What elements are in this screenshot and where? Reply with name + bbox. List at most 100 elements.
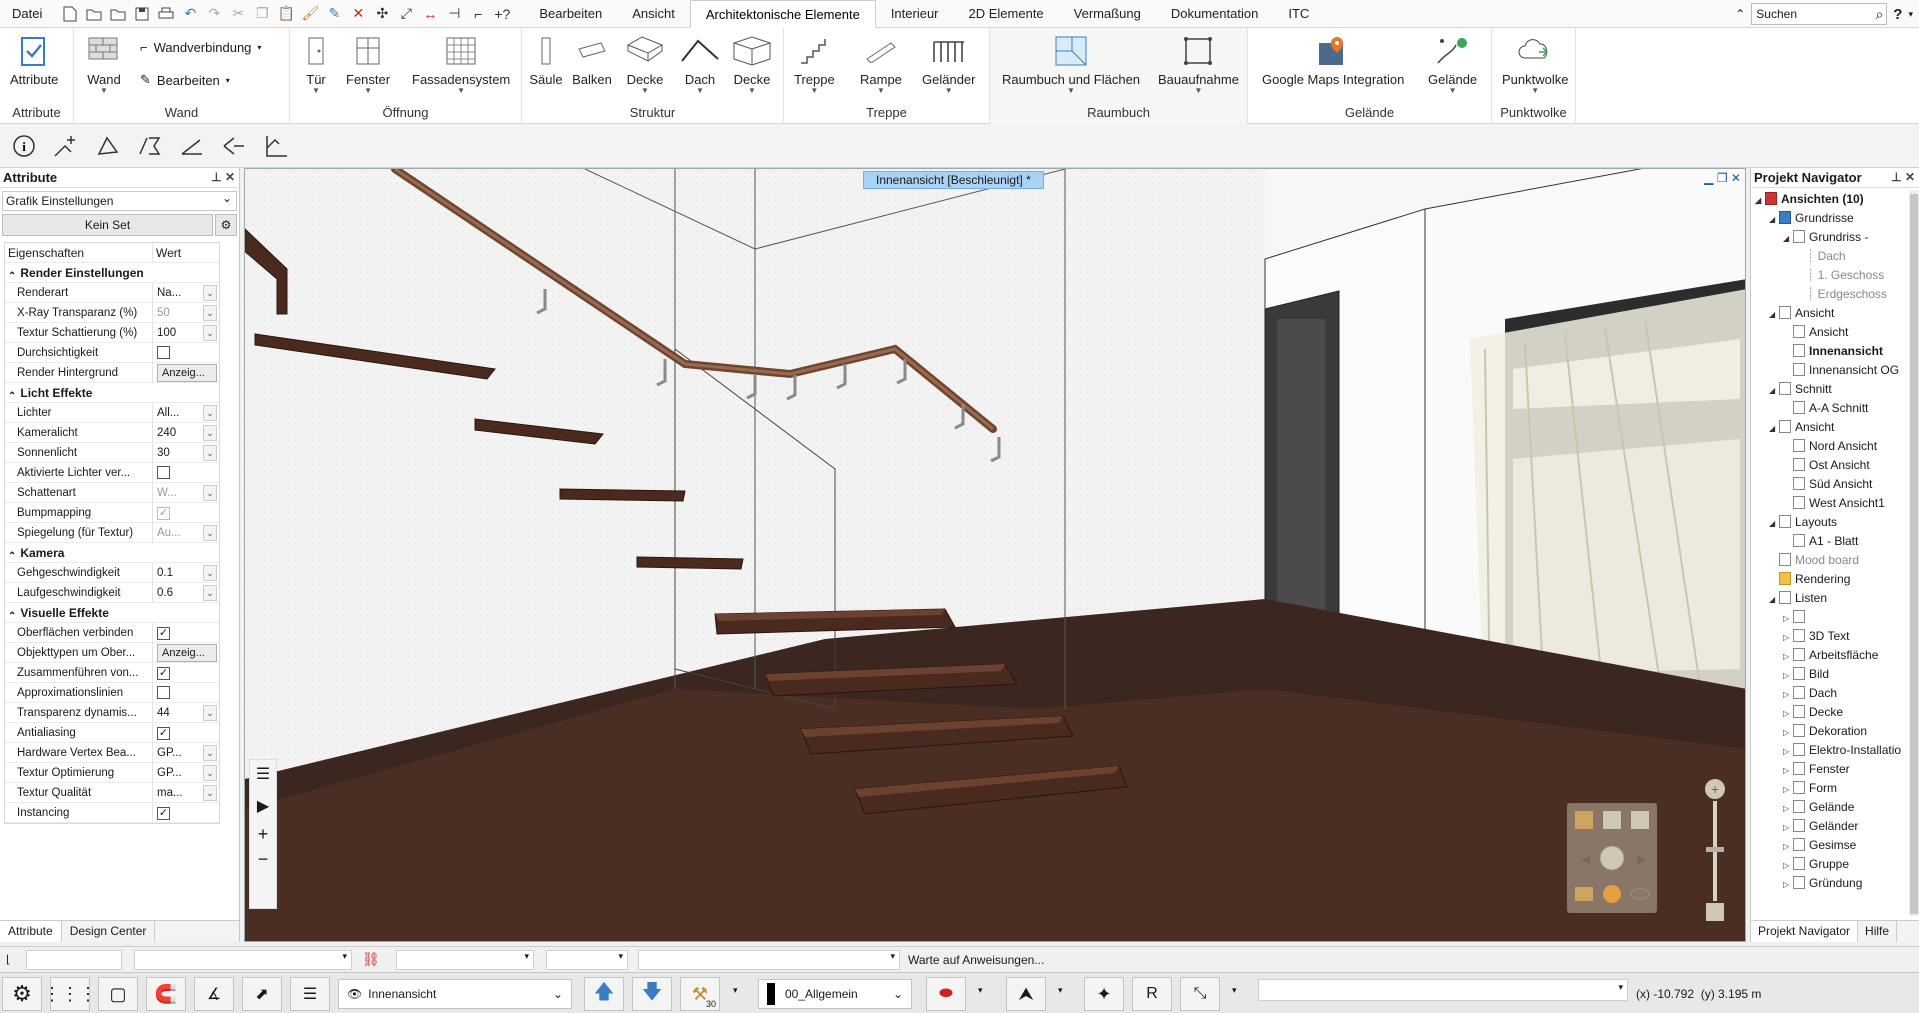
bauaufnahme-dropdown-icon[interactable]: ▼ [1195, 86, 1203, 95]
add-point-icon[interactable]: +? [492, 4, 512, 24]
checkbox[interactable]: ✓ [157, 506, 170, 520]
search-field[interactable]: Suchen ⌕ [1751, 3, 1888, 25]
tree-node[interactable]: ◢ Ansichten (10) [1751, 190, 1919, 209]
tab-dokumentation[interactable]: Dokumentation [1156, 0, 1273, 28]
snap-icon[interactable] [94, 132, 122, 160]
copy-icon[interactable]: ❐ [252, 4, 272, 24]
decke-button[interactable]: Decke ▼ [625, 32, 665, 95]
chevron-down-icon[interactable]: ⌄ [203, 304, 217, 321]
checkbox[interactable]: ✓ [157, 626, 170, 640]
tab-design-center[interactable]: Design Center [62, 921, 156, 942]
tab-architektonische-elemente[interactable]: Architektonische Elemente [689, 0, 876, 28]
chevron-down-icon[interactable]: ⌄ [203, 444, 217, 461]
arrow-down-icon[interactable]: 🡇 [632, 977, 672, 1011]
connect-points-icon[interactable]: ⤡ [1180, 977, 1220, 1011]
property-value[interactable]: 100 ⌄ [153, 323, 219, 343]
expanded-toggle-icon[interactable]: ◢ [1783, 229, 1793, 247]
tree-node[interactable]: West Ansicht1 [1751, 494, 1919, 513]
chevron-down-icon[interactable]: ⌄ [203, 764, 217, 781]
dimension-icon[interactable] [262, 132, 290, 160]
wandverbindung-button[interactable]: ⌐ Wandverbindung ▾ [140, 40, 261, 55]
collapsed-toggle-icon[interactable]: ▷ [1783, 609, 1793, 627]
wand-dropdown-icon[interactable]: ▼ [100, 86, 108, 95]
delete-icon[interactable]: ✕ [348, 4, 368, 24]
property-value[interactable]: GP... ⌄ [153, 743, 219, 763]
tree-node[interactable]: Nord Ansicht [1751, 437, 1919, 456]
fassadensystem-button[interactable]: Fassadensystem ▼ [412, 32, 510, 95]
property-value[interactable]: Au... ⌄ [153, 523, 219, 543]
status-field-4[interactable]: ▾ [546, 950, 628, 970]
navigator-pin-close-icons[interactable]: ⊥ ✕ [1891, 170, 1915, 184]
treppe-dropdown-icon[interactable]: ▼ [810, 86, 818, 95]
angle-icon[interactable] [178, 132, 206, 160]
property-value[interactable]: 240 ⌄ [153, 423, 219, 443]
collapsed-toggle-icon[interactable]: ▷ [1783, 647, 1793, 665]
tree-node[interactable]: ▷ [1751, 608, 1919, 627]
property-value[interactable]: 30 ⌄ [153, 443, 219, 463]
open-icon[interactable] [108, 4, 128, 24]
tree-node[interactable]: ▷ Gründung [1751, 874, 1919, 893]
decke-dropdown-icon[interactable]: ▼ [641, 86, 649, 95]
link-icon[interactable]: ⛓ [362, 951, 380, 968]
magnet-icon[interactable]: 🧲 [146, 977, 186, 1011]
new-file-icon[interactable] [60, 4, 80, 24]
tree-node[interactable]: ▷ Fenster [1751, 760, 1919, 779]
property-section[interactable]: Visuelle Effekte [5, 603, 219, 623]
hammer-dropdown-icon[interactable]: ▾ [733, 985, 738, 996]
grafik-einstellungen-select[interactable]: Grafik Einstellungen [2, 189, 237, 211]
pin-close-icons[interactable]: ⊥ ✕ [211, 170, 235, 184]
compass-dropdown-icon[interactable]: ▾ [1058, 985, 1063, 996]
expanded-toggle-icon[interactable]: ◢ [1769, 590, 1779, 608]
property-value[interactable]: GP... ⌄ [153, 763, 219, 783]
expanded-toggle-icon[interactable]: ◢ [1769, 514, 1779, 532]
collapse-ribbon-icon[interactable]: ⌃ [1735, 7, 1745, 21]
expanded-toggle-icon[interactable]: ◢ [1769, 210, 1779, 228]
tab-interieur[interactable]: Interieur [876, 0, 954, 28]
tuer-button[interactable]: Tür ▼ [296, 32, 336, 95]
save-icon[interactable] [132, 4, 152, 24]
property-value[interactable]: ✓ [153, 503, 219, 523]
layer-select[interactable]: 00_Allgemein ⌄ [758, 979, 912, 1009]
punktwolke-button[interactable]: Punktwolke ▼ [1502, 32, 1568, 95]
tab-bearbeiten[interactable]: Bearbeiten [524, 0, 617, 28]
tree-node[interactable]: Ansicht [1751, 323, 1919, 342]
scrollbar-thumb[interactable] [1910, 194, 1918, 914]
tree-node[interactable]: ▷ Form [1751, 779, 1919, 798]
collapsed-toggle-icon[interactable]: ▷ [1783, 856, 1793, 874]
undo-icon[interactable]: ↶ [180, 4, 200, 24]
search-icon[interactable]: ⌕ [1875, 6, 1883, 23]
tab-vermaßung[interactable]: Vermaßung [1059, 0, 1156, 28]
settings-gear-icon[interactable]: ⚙ [2, 977, 42, 1011]
anzeigen-button[interactable]: Anzeig... [157, 643, 217, 662]
property-value[interactable]: ✓ [153, 723, 219, 743]
eraser-dropdown-icon[interactable]: ▾ [978, 985, 983, 996]
gear-icon[interactable]: ⚙ [215, 214, 237, 236]
viewport-window-controls[interactable]: ▁ ❐ ✕ [1704, 171, 1741, 185]
tree-node[interactable]: Innenansicht [1751, 342, 1919, 361]
dach-dropdown-icon[interactable]: ▼ [696, 86, 704, 95]
collapsed-toggle-icon[interactable]: ▷ [1783, 685, 1793, 703]
open-folder-icon[interactable] [84, 4, 104, 24]
list-view-icon[interactable]: ☰ [290, 977, 330, 1011]
saeule-button[interactable]: Säule [526, 32, 566, 87]
balken-button[interactable]: Balken [572, 32, 612, 87]
sparkle-icon[interactable]: ✦ [1084, 977, 1124, 1011]
viewport-title[interactable]: Innenansicht [Beschleunigt] * [863, 171, 1044, 189]
bearbeiten-button[interactable]: ✎ Bearbeiten ▾ [140, 72, 230, 88]
property-value[interactable]: Anzeig... [153, 643, 219, 663]
coordinate-icon[interactable]: R [1132, 977, 1172, 1011]
tree-node[interactable]: Ost Ansicht [1751, 456, 1919, 475]
checkbox[interactable] [157, 465, 170, 479]
anzeigen-button[interactable]: Anzeig... [157, 363, 217, 382]
zoom-out-icon[interactable]: − [250, 849, 276, 870]
tree-node[interactable]: ┊ Erdgeschoss [1751, 285, 1919, 304]
rampe-dropdown-icon[interactable]: ▼ [877, 86, 885, 95]
paint-brush-icon[interactable]: 🖌 [300, 4, 320, 24]
expanded-toggle-icon[interactable]: ◢ [1769, 305, 1779, 323]
object-snap-icon[interactable]: ▢ [98, 977, 138, 1011]
grid-icon[interactable]: ⋮⋮⋮ [43, 977, 97, 1011]
property-value[interactable]: Anzeig... [153, 363, 219, 383]
chevron-down-icon[interactable]: ⌄ [203, 324, 217, 341]
expanded-toggle-icon[interactable]: ◢ [1769, 381, 1779, 399]
play-icon[interactable]: ▶ [250, 796, 276, 816]
